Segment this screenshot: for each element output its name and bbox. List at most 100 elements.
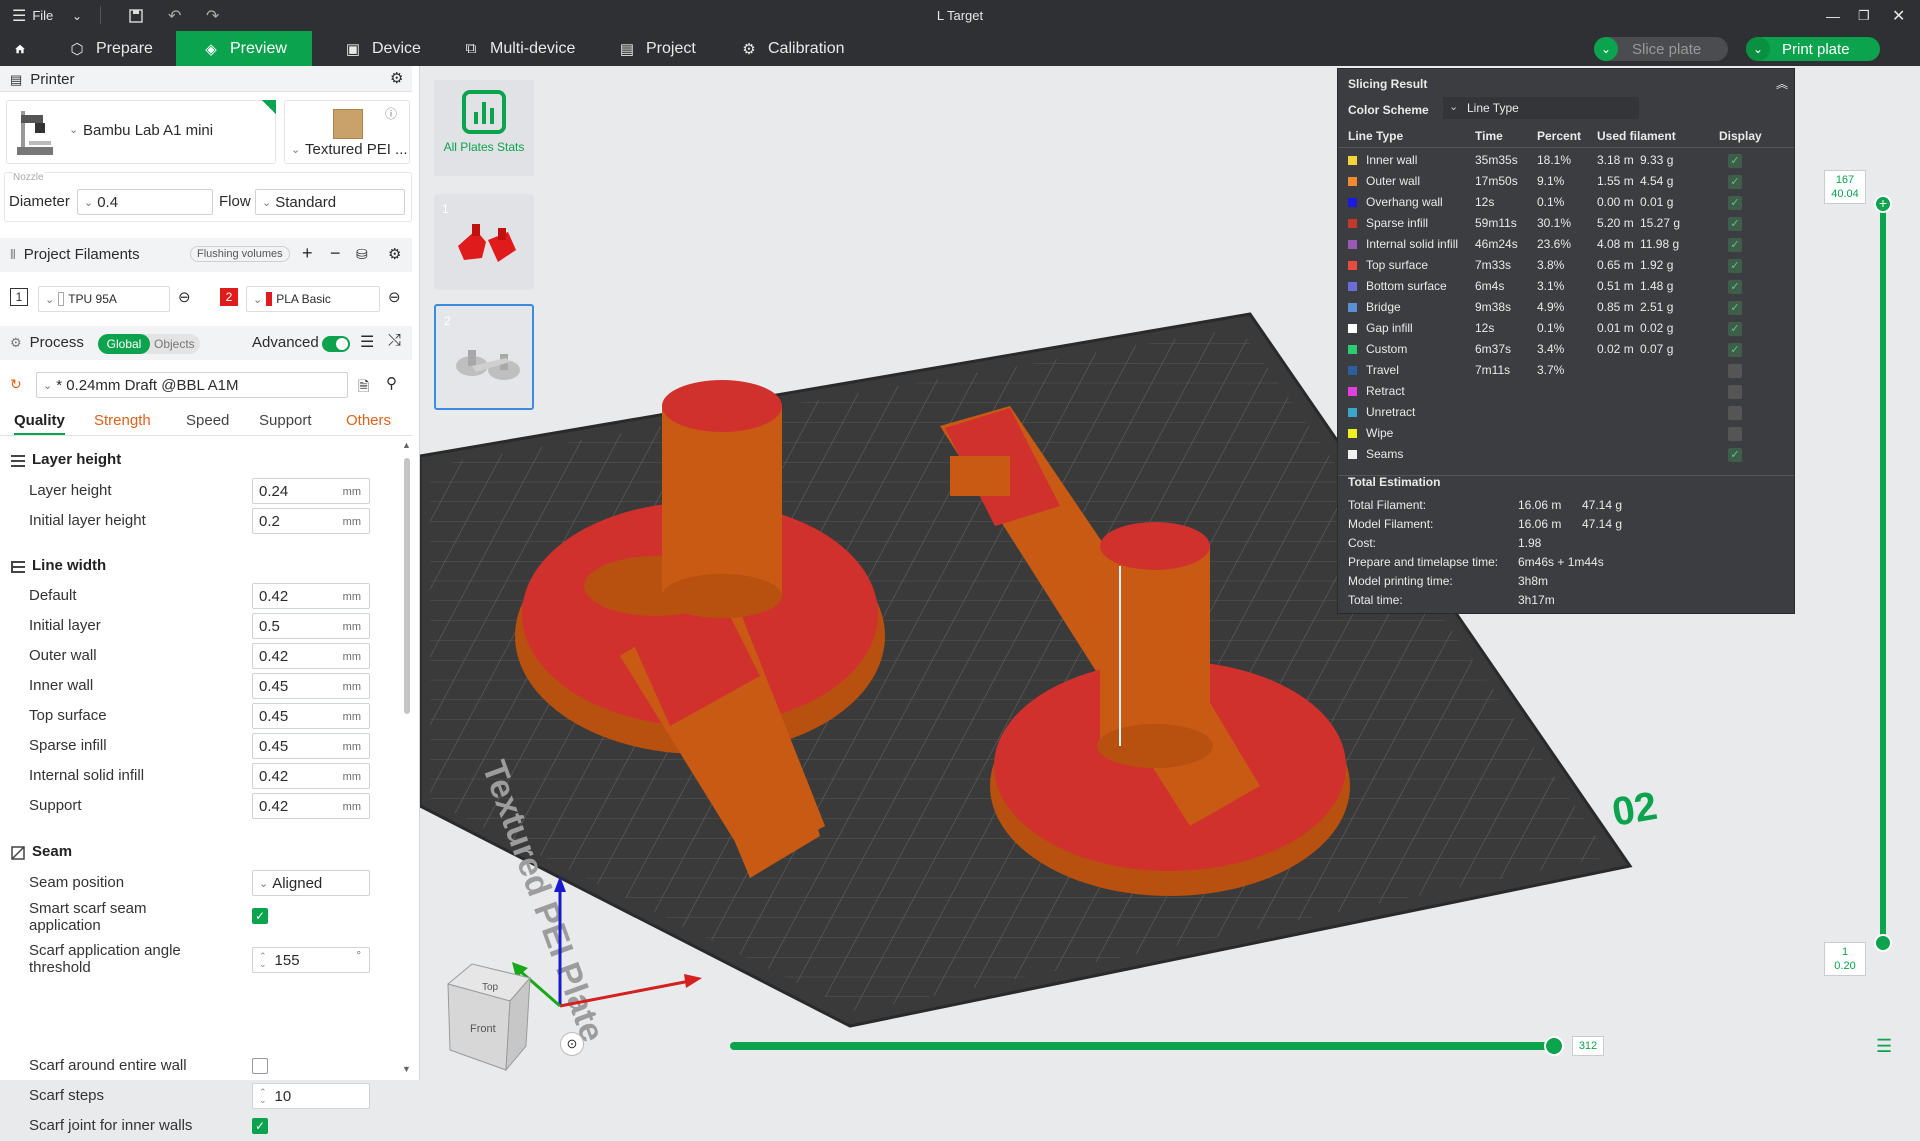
plate-type-selector[interactable]: ⓘ ⌄ Textured PEI ...: [284, 100, 410, 164]
display-checkbox[interactable]: ✓: [1728, 280, 1742, 294]
display-checkbox[interactable]: ✓: [1728, 322, 1742, 336]
chevron-down-icon[interactable]: ⌄: [1594, 37, 1618, 61]
line-width-outer-wall-input[interactable]: 0.42 mm: [252, 643, 370, 669]
printer-selector[interactable]: ⌄ Bambu Lab A1 mini: [6, 100, 276, 164]
layer-height-input[interactable]: 0.24 mm: [252, 478, 370, 504]
advanced-toggle[interactable]: [322, 336, 350, 352]
tab-project[interactable]: ▤ Project: [604, 31, 710, 66]
filament-1-edit-icon[interactable]: ⊖: [178, 288, 191, 306]
display-checkbox[interactable]: ✓: [1728, 196, 1742, 210]
collapse-icon[interactable]: ︽: [1776, 75, 1788, 92]
reset-icon[interactable]: ↻: [10, 376, 22, 393]
display-checkbox[interactable]: ✓: [1728, 343, 1742, 357]
display-checkbox[interactable]: ✓: [1728, 154, 1742, 168]
line-width-initial-layer-input[interactable]: 0.5 mm: [252, 613, 370, 639]
save-preset-icon[interactable]: 🗎: [358, 376, 369, 400]
undo-icon[interactable]: ↶: [168, 0, 181, 31]
home-button[interactable]: [0, 31, 40, 66]
filament-1-badge[interactable]: 1: [10, 288, 28, 306]
line-width-support-input[interactable]: 0.42 mm: [252, 793, 370, 819]
slice-plate-button[interactable]: ⌄ Slice plate: [1594, 37, 1728, 61]
save-icon[interactable]: [128, 0, 144, 31]
scarf-inner-walls-checkbox[interactable]: ✓: [252, 1118, 268, 1134]
print-plate-button[interactable]: ⌄ Print plate: [1746, 37, 1880, 61]
initial-layer-height-input[interactable]: 0.2 mm: [252, 508, 370, 534]
tab-calibration[interactable]: ⚙ Calibration: [726, 31, 858, 66]
layers-stack-icon[interactable]: ☰: [1876, 1036, 1892, 1057]
printer-name: Bambu Lab A1 mini: [83, 122, 214, 139]
chevron-down-icon[interactable]: ⌄: [1746, 37, 1770, 61]
move-slider-handle[interactable]: [1544, 1036, 1564, 1056]
add-filament-icon[interactable]: +: [302, 243, 313, 264]
display-checkbox[interactable]: [1728, 364, 1742, 378]
color-scheme-select[interactable]: ⌄ Line Type: [1443, 97, 1639, 119]
camera-reset-icon[interactable]: ⊙: [560, 1032, 584, 1056]
display-checkbox[interactable]: ✓: [1728, 448, 1742, 462]
layer-slider-track[interactable]: [1880, 203, 1886, 943]
tab-strength[interactable]: Strength: [94, 412, 151, 429]
tab-preview[interactable]: ◈ Preview: [176, 31, 312, 66]
search-icon[interactable]: ⚲: [386, 374, 397, 392]
all-plates-stats-button[interactable]: All Plates Stats: [434, 80, 534, 176]
line-width-default-input[interactable]: 0.42 mm: [252, 583, 370, 609]
objects-tab[interactable]: Objects: [154, 334, 195, 354]
tab-multi-device[interactable]: ⧉ Multi-device: [448, 31, 589, 66]
line-width-sparse-infill-input[interactable]: 0.45 mm: [252, 733, 370, 759]
scarf-steps-input[interactable]: ⌃ ⌄ 10: [252, 1083, 370, 1109]
diameter-select[interactable]: ⌄ 0.4: [77, 189, 213, 215]
maximize-icon[interactable]: ❐: [1858, 0, 1870, 31]
redo-icon[interactable]: ↷: [206, 0, 219, 31]
tab-support[interactable]: Support: [259, 412, 312, 429]
line-width-top-surface-input[interactable]: 0.45 mm: [252, 703, 370, 729]
process-preset-select[interactable]: ⌄ * 0.24mm Draft @BBL A1M: [36, 372, 348, 398]
flow-select[interactable]: ⌄ Standard: [255, 189, 405, 215]
display-checkbox[interactable]: [1728, 406, 1742, 420]
compare-icon[interactable]: ⤭: [388, 332, 401, 350]
sync-filament-icon[interactable]: ⛁: [356, 246, 368, 263]
file-menu[interactable]: ☰ File: [12, 0, 53, 31]
line-width-internal-solid-infill-input[interactable]: 0.42 mm: [252, 763, 370, 789]
line-type-length: 0.00 m: [1597, 195, 1634, 209]
display-checkbox[interactable]: ✓: [1728, 175, 1742, 189]
slicing-result-title: Slicing Result: [1348, 77, 1428, 91]
tab-prepare[interactable]: ⬡ Prepare: [54, 31, 176, 66]
move-slider-track[interactable]: [730, 1042, 1556, 1050]
display-checkbox[interactable]: ✓: [1728, 301, 1742, 315]
top-layer-handle[interactable]: +: [1874, 195, 1892, 213]
display-checkbox[interactable]: ✓: [1728, 259, 1742, 273]
tab-others[interactable]: Others: [346, 412, 391, 429]
info-icon[interactable]: ⓘ: [385, 105, 397, 122]
tab-device[interactable]: ▣ Device: [330, 31, 435, 66]
global-objects-toggle[interactable]: Global Objects: [98, 334, 200, 354]
line-width-inner-wall-input[interactable]: 0.45 mm: [252, 673, 370, 699]
plate-2-thumbnail[interactable]: 2: [434, 304, 534, 410]
global-tab[interactable]: Global: [98, 334, 150, 354]
flushing-volumes-button[interactable]: Flushing volumes: [190, 246, 290, 262]
display-checkbox[interactable]: [1728, 385, 1742, 399]
scarf-entire-wall-checkbox[interactable]: [252, 1058, 268, 1074]
total-v2: 47.14 g: [1582, 517, 1623, 531]
display-checkbox[interactable]: ✓: [1728, 238, 1742, 252]
gear-icon[interactable]: ⚙: [390, 69, 403, 87]
display-checkbox[interactable]: [1728, 427, 1742, 441]
bottom-layer-handle[interactable]: [1874, 934, 1892, 952]
line-type-weight: 1.48 g: [1640, 279, 1674, 293]
plate-1-thumbnail[interactable]: 1: [434, 194, 534, 290]
minimize-icon[interactable]: —: [1826, 0, 1840, 31]
filament-2-badge[interactable]: 2: [220, 288, 238, 306]
tab-quality[interactable]: Quality: [14, 412, 65, 435]
close-icon[interactable]: ✕: [1892, 0, 1905, 31]
view-cube[interactable]: Top Front: [446, 963, 531, 1072]
list-icon[interactable]: ☰: [360, 332, 374, 352]
filament-2-edit-icon[interactable]: ⊖: [388, 288, 401, 306]
filament-2-select[interactable]: ⌄ PLA Basic: [246, 286, 380, 312]
seam-position-select[interactable]: ⌄ Aligned: [252, 870, 370, 896]
tab-speed[interactable]: Speed: [186, 412, 229, 429]
gear-icon[interactable]: ⚙: [388, 245, 401, 263]
remove-filament-icon[interactable]: −: [330, 243, 341, 264]
chevron-down-icon[interactable]: ⌄: [72, 0, 82, 31]
filament-1-select[interactable]: ⌄ TPU 95A: [38, 286, 170, 312]
scarf-angle-input[interactable]: ⌃ ⌄ 155 °: [252, 947, 370, 973]
display-checkbox[interactable]: ✓: [1728, 217, 1742, 231]
smart-scarf-checkbox[interactable]: ✓: [252, 908, 268, 924]
